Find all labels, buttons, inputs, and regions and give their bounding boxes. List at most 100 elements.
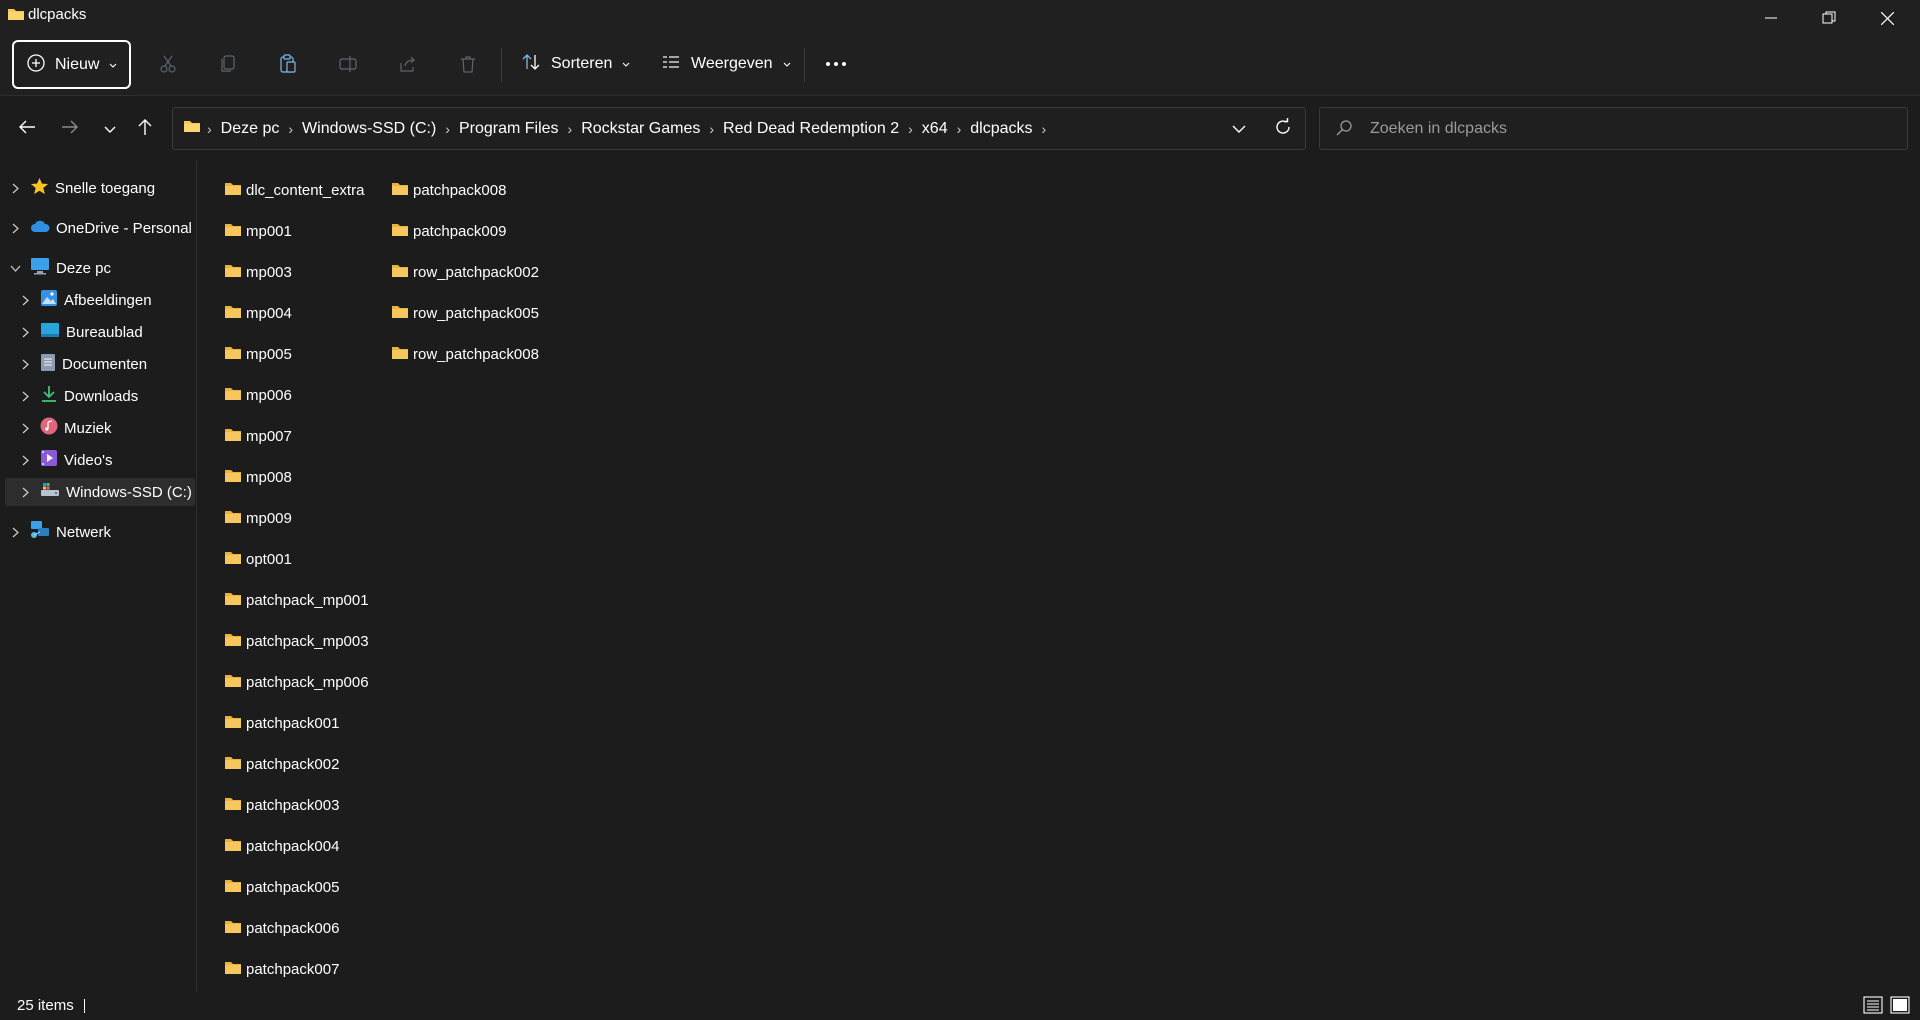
list-item[interactable]: patchpack005 [224,874,339,900]
file-name: row_patchpack008 [413,345,539,363]
list-item[interactable]: mp003 [224,259,292,285]
close-button[interactable] [1858,0,1916,36]
view-button[interactable]: Weergeven [661,50,791,78]
file-name: patchpack_mp003 [246,632,369,650]
list-item[interactable]: mp004 [224,300,292,326]
sidebar-item-pictures[interactable]: Afbeeldingen [19,286,152,314]
chevron-right-icon[interactable] [19,359,31,370]
breadcrumb-item[interactable]: Deze pc [214,120,287,138]
list-item[interactable]: patchpack_mp003 [224,628,369,654]
sidebar-item-windows-ssd[interactable]: Windows-SSD (C:) [5,478,195,506]
list-item[interactable]: row_patchpack005 [391,300,539,326]
chevron-right-icon[interactable]: › [443,121,452,137]
list-item[interactable]: patchpack002 [224,751,339,777]
folder-icon [224,714,242,733]
list-item[interactable]: row_patchpack008 [391,341,539,367]
list-item[interactable]: opt001 [224,546,292,572]
list-item[interactable]: mp008 [224,464,292,490]
list-item[interactable]: row_patchpack002 [391,259,539,285]
folder-icon [224,181,242,200]
delete-icon[interactable] [454,50,482,78]
refresh-icon[interactable] [1274,118,1292,140]
list-item[interactable]: mp007 [224,423,292,449]
list-item[interactable]: patchpack001 [224,710,339,736]
search-box[interactable] [1319,107,1908,150]
chevron-right-icon[interactable] [19,391,31,402]
up-button[interactable] [131,115,159,143]
list-item[interactable]: patchpack004 [224,833,339,859]
list-item[interactable]: mp001 [224,218,292,244]
sort-button[interactable]: Sorteren [521,50,630,78]
folder-icon [224,263,242,282]
sidebar-item-quick-access[interactable]: Snelle toegang [9,174,155,202]
recent-locations-button[interactable] [96,115,124,143]
sidebar-item-videos[interactable]: Video's [19,446,112,474]
chevron-right-icon[interactable] [19,455,31,466]
list-item[interactable]: mp006 [224,382,292,408]
sidebar-item-onedrive[interactable]: OneDrive - Personal [9,214,192,242]
chevron-right-icon[interactable]: › [566,121,575,137]
chevron-right-icon[interactable]: › [286,121,295,137]
file-name: mp009 [246,509,292,527]
list-item[interactable]: patchpack007 [224,956,339,982]
rename-icon[interactable] [334,50,362,78]
more-options-icon[interactable] [822,50,850,78]
sidebar-item-desktop[interactable]: Bureaublad [19,318,143,346]
list-item[interactable]: patchpack008 [391,177,506,203]
share-icon[interactable] [394,50,422,78]
list-item[interactable]: patchpack_mp006 [224,669,369,695]
paste-icon[interactable] [274,50,302,78]
folder-icon [391,304,409,323]
chevron-right-icon[interactable] [9,223,21,234]
address-history-chevron-icon[interactable] [1232,121,1246,138]
list-item[interactable]: mp009 [224,505,292,531]
file-name: patchpack008 [413,181,507,199]
chevron-right-icon[interactable] [19,423,31,434]
sidebar-item-label: Bureaublad [66,323,143,341]
sidebar-item-documents[interactable]: Documenten [19,350,147,378]
sidebar-item-downloads[interactable]: Downloads [19,382,138,410]
list-item[interactable]: patchpack_mp001 [224,587,369,613]
chevron-right-icon[interactable] [9,183,21,194]
breadcrumb-item[interactable]: Rockstar Games [574,120,707,138]
folder-icon [224,673,242,692]
breadcrumb-item[interactable]: dlcpacks [963,120,1039,138]
chevron-right-icon[interactable]: › [1040,121,1049,137]
sidebar-item-label: Snelle toegang [55,179,156,197]
chevron-right-icon[interactable] [19,487,31,498]
chevron-right-icon[interactable] [19,327,31,338]
address-bar[interactable]: › Deze pc › Windows-SSD (C:) › Program F… [172,107,1306,150]
list-item[interactable]: mp005 [224,341,292,367]
chevron-right-icon[interactable]: › [955,121,964,137]
list-item[interactable]: dlc_content_extra [224,177,364,203]
cut-icon[interactable] [154,50,182,78]
list-item[interactable]: patchpack009 [391,218,506,244]
list-item[interactable]: patchpack003 [224,792,339,818]
sidebar-item-network[interactable]: Netwerk [9,518,111,546]
chevron-right-icon[interactable]: › [707,121,716,137]
forward-button[interactable] [56,115,84,143]
details-view-icon[interactable] [1863,995,1883,1019]
back-button[interactable] [13,115,41,143]
new-button[interactable]: Nieuw [12,40,131,89]
chevron-right-icon[interactable] [19,295,31,306]
chevron-down-icon[interactable] [9,265,21,272]
sidebar-item-this-pc[interactable]: Deze pc [9,254,111,282]
large-icons-view-icon[interactable] [1890,995,1910,1019]
breadcrumb-item[interactable]: Program Files [452,120,566,138]
restore-button[interactable] [1800,0,1858,36]
chevron-right-icon[interactable]: › [205,121,214,137]
copy-icon[interactable] [214,50,242,78]
chevron-right-icon[interactable] [9,527,21,538]
chevron-right-icon[interactable]: › [906,121,915,137]
arrow-right-icon [61,119,79,139]
file-name: mp003 [246,263,292,281]
minimize-button[interactable] [1742,0,1800,36]
search-input[interactable] [1370,108,1890,149]
list-item[interactable]: patchpack006 [224,915,339,941]
breadcrumb-item[interactable]: Windows-SSD (C:) [295,120,443,138]
item-count: 25 items [17,997,74,1014]
breadcrumb-item[interactable]: x64 [915,120,955,138]
breadcrumb-item[interactable]: Red Dead Redemption 2 [716,120,906,138]
sidebar-item-music[interactable]: Muziek [19,414,112,442]
